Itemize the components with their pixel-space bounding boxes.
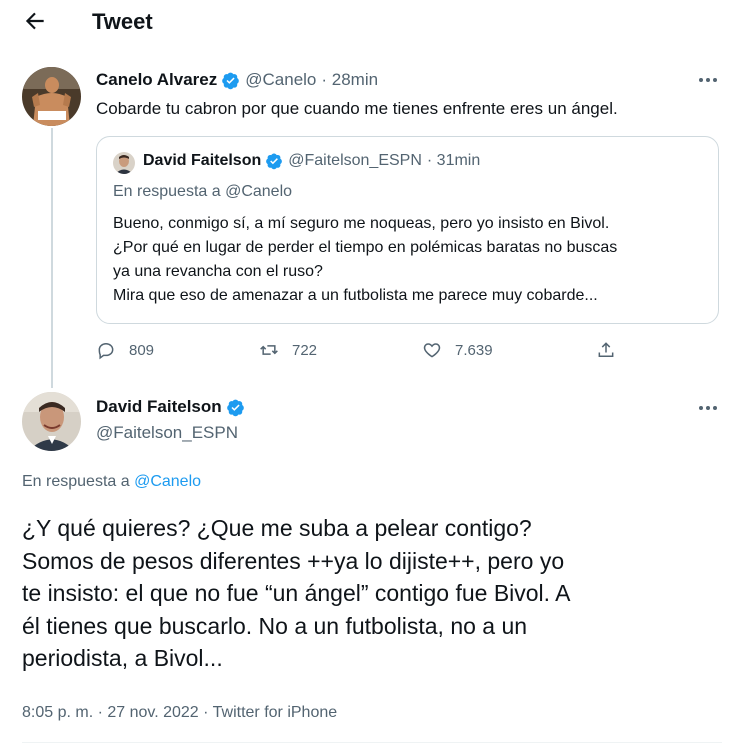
- more-options-icon[interactable]: [697, 76, 719, 84]
- tweet-text-line: periodista, a Bivol...: [22, 645, 223, 671]
- quoted-text-line: Mira que eso de amenazar a un futbolista…: [113, 287, 598, 304]
- tweet-text-line: ¿Y qué quieres? ¿Que me suba a pelear co…: [22, 515, 532, 541]
- main-tweet-text: ¿Y qué quieres? ¿Que me suba a pelear co…: [22, 512, 722, 675]
- divider: [22, 742, 722, 743]
- tweet-actions-bar: 809 722 7.639: [96, 340, 626, 364]
- tweet-time: · 31min: [426, 152, 481, 169]
- share-icon: [598, 342, 614, 357]
- author-name: David Faitelson: [143, 152, 262, 169]
- avatar[interactable]: [22, 67, 81, 126]
- quoted-text-line: ya una revancha con el ruso?: [113, 263, 323, 280]
- author-name[interactable]: David Faitelson: [96, 397, 222, 417]
- parent-tweet-author-row: Canelo Alvarez @Canelo · 28min: [96, 70, 378, 90]
- heart-icon: [423, 343, 441, 358]
- like-button[interactable]: 7.639: [422, 340, 493, 360]
- main-tweet-author-row: David Faitelson: [96, 397, 250, 417]
- more-options-icon[interactable]: [697, 404, 719, 412]
- reply-mention-link[interactable]: @Canelo: [134, 473, 201, 490]
- reply-context: En respuesta a @Canelo: [22, 473, 201, 491]
- author-name[interactable]: Canelo Alvarez: [96, 70, 217, 90]
- retweet-icon: [260, 345, 278, 355]
- quoted-tweet-card[interactable]: David Faitelson @Faitelson_ESPN · 31min …: [96, 136, 719, 324]
- verified-badge-icon: [222, 72, 240, 89]
- author-handle: @Faitelson_ESPN: [288, 152, 422, 169]
- parent-tweet-text: Cobarde tu cabron por que cuando me tien…: [96, 99, 618, 118]
- arrow-left-icon[interactable]: [22, 8, 48, 34]
- like-count: 7.639: [455, 341, 493, 359]
- reply-icon: [98, 342, 114, 360]
- verified-badge-icon: [266, 153, 283, 170]
- thread-connector-line: [51, 128, 53, 388]
- verified-badge-icon: [226, 399, 244, 416]
- author-handle[interactable]: @Canelo: [245, 70, 316, 90]
- tweet-text-line: él tienes que buscarlo. No a un futbolis…: [22, 612, 528, 639]
- tweet-text-line: Somos de pesos diferentes ++ya lo dijist…: [22, 547, 565, 574]
- page-title: Tweet: [92, 9, 153, 34]
- quoted-text-line: ¿Por qué en lugar de perder el tiempo en…: [113, 239, 618, 256]
- avatar: [113, 152, 135, 174]
- quoted-text-line: Bueno, conmigo sí, a mí seguro me noquea…: [113, 215, 610, 232]
- tweet-time[interactable]: · 28min: [321, 70, 378, 90]
- author-handle[interactable]: @Faitelson_ESPN: [96, 423, 238, 443]
- reply-button[interactable]: 809: [96, 340, 154, 360]
- share-button[interactable]: [596, 340, 629, 360]
- tweet-timestamp[interactable]: 8:05 p. m. · 27 nov. 2022 · Twitter for …: [22, 704, 337, 722]
- avatar[interactable]: [22, 392, 81, 451]
- retweet-button[interactable]: 722: [259, 340, 317, 360]
- quoted-reply-context: En respuesta a @Canelo: [113, 183, 293, 200]
- quoted-author-row: David Faitelson @Faitelson_ESPN · 31min: [143, 152, 480, 170]
- reply-prefix: En respuesta a: [22, 473, 130, 490]
- retweet-count: 722: [292, 341, 318, 359]
- tweet-text-line: te insisto: el que no fue “un ángel” con…: [22, 580, 571, 606]
- page-header: Tweet: [0, 0, 740, 44]
- reply-count: 809: [129, 341, 155, 359]
